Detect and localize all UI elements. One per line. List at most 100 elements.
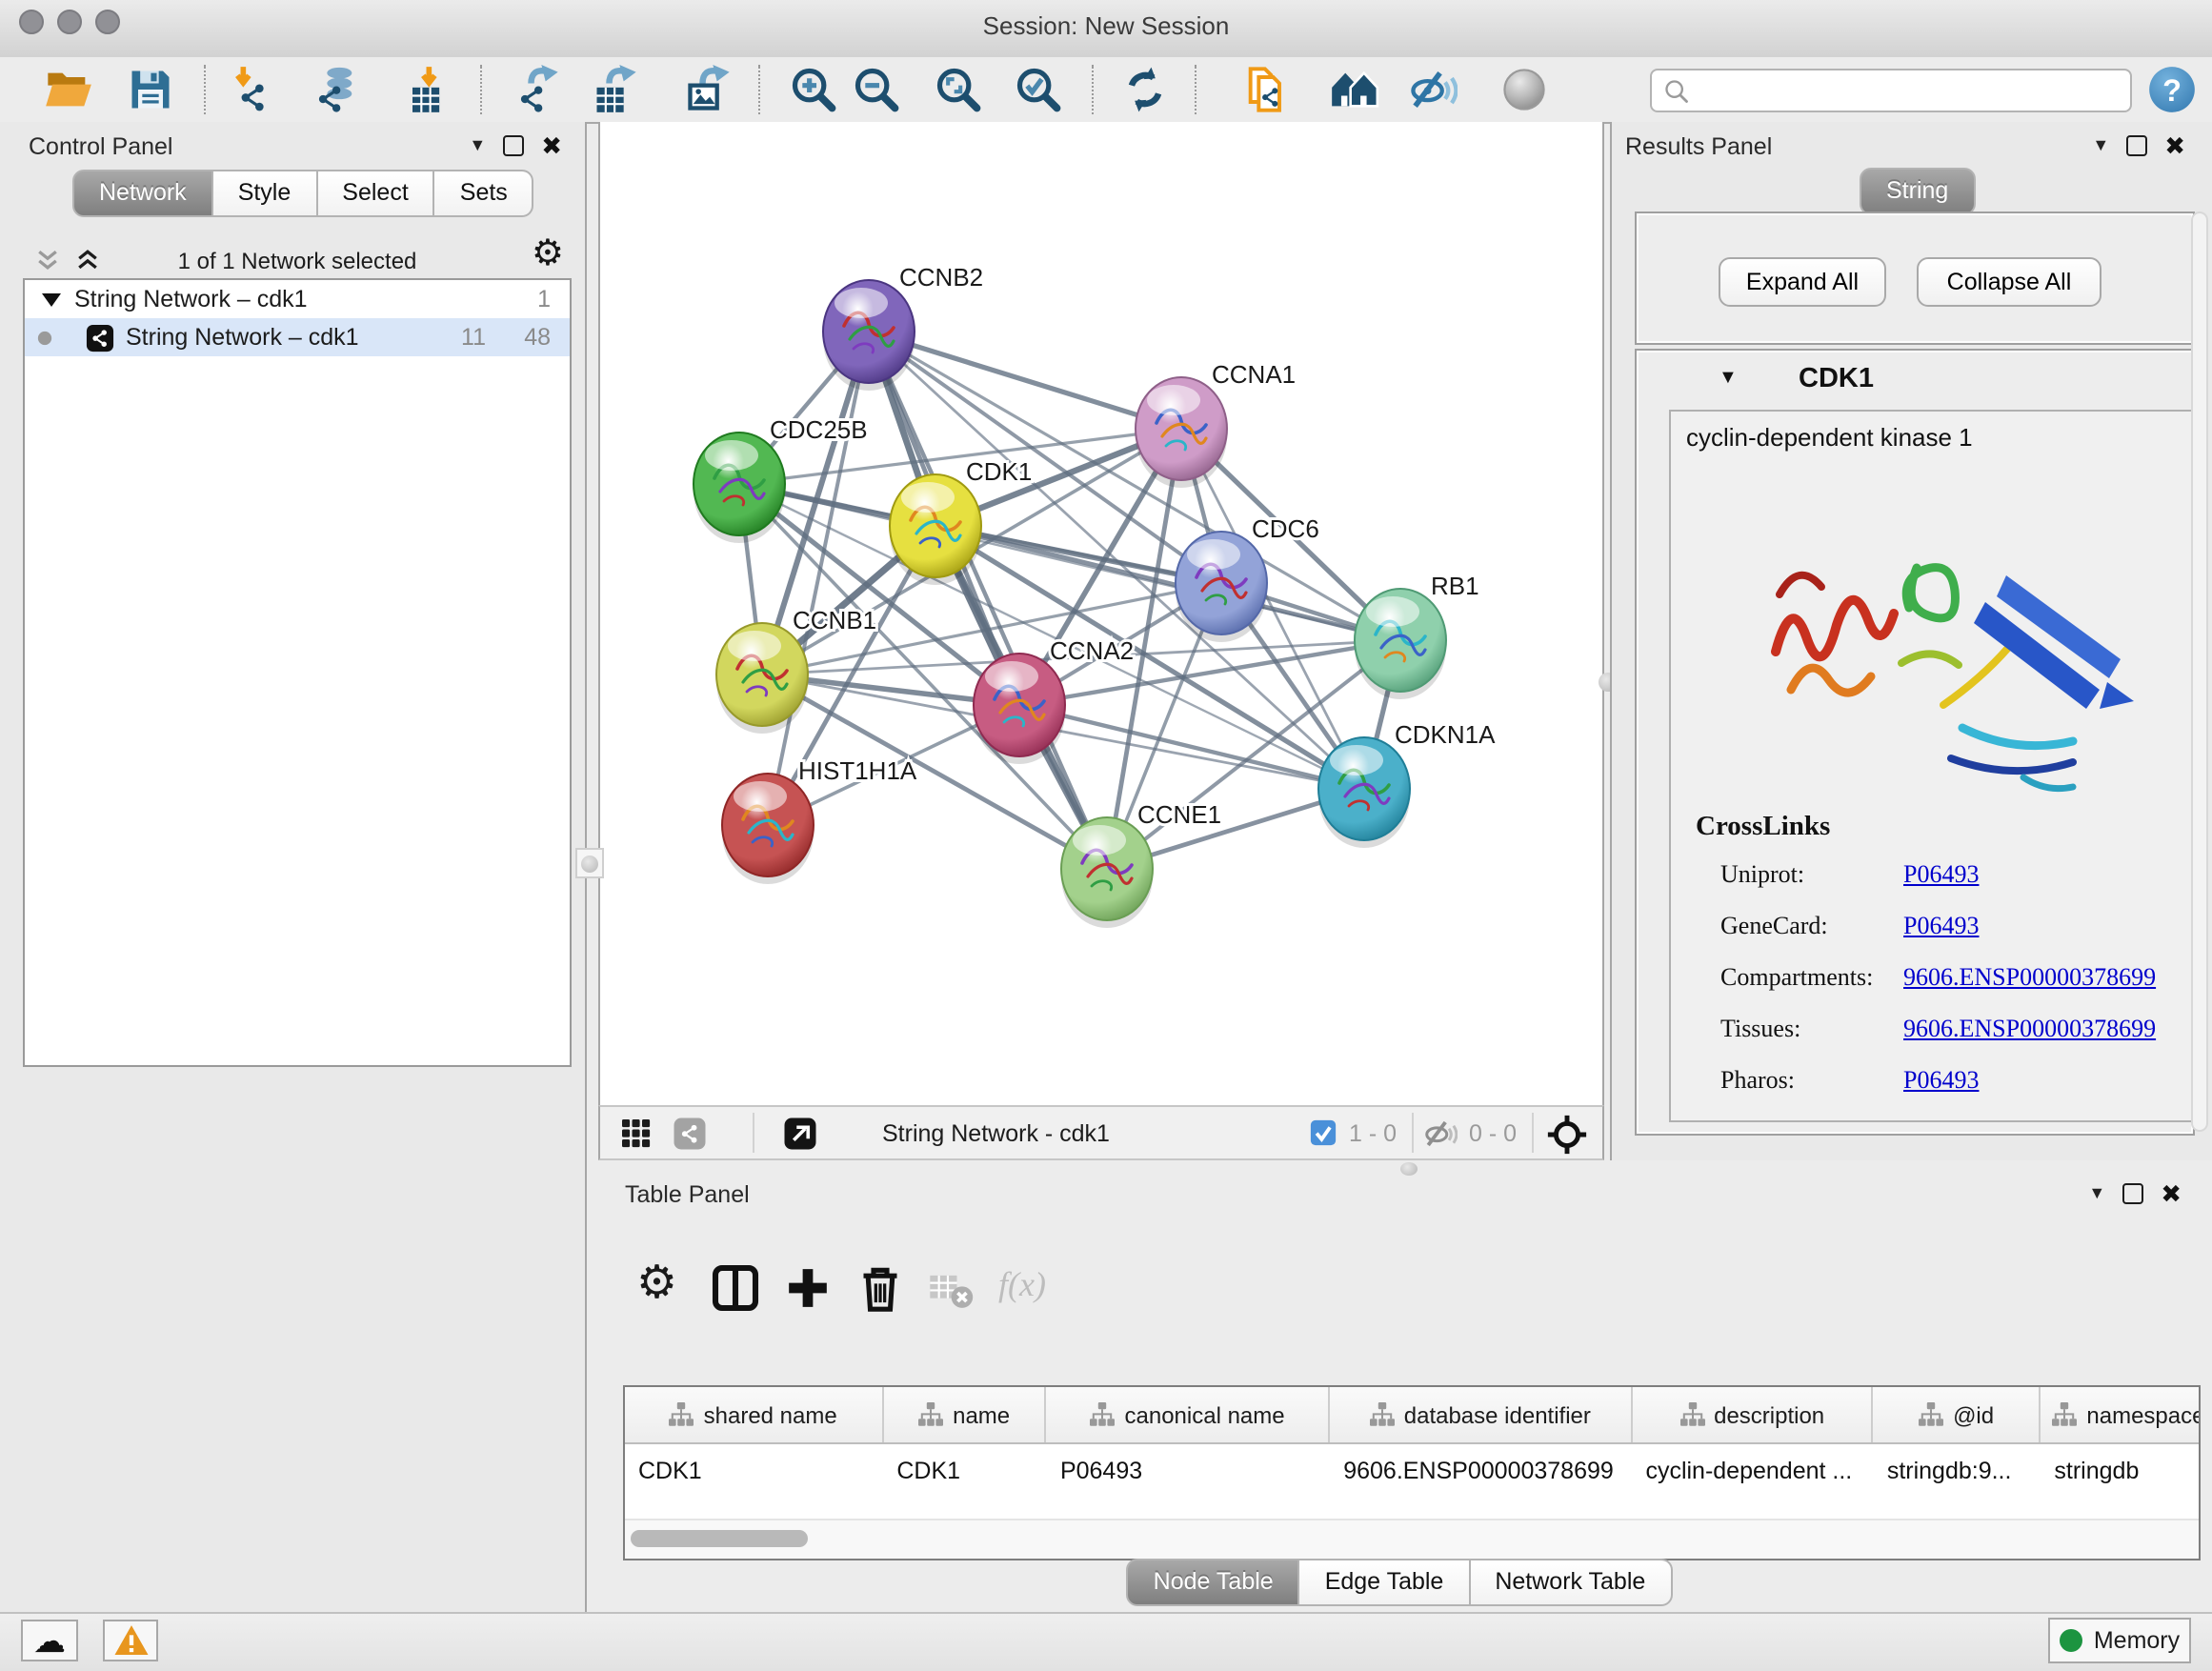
network-graph[interactable]: CCNB2CCNA1CDC25BCDK1CDC6RB1CCNB1CCNA2CDK…: [600, 122, 1602, 1105]
column-header-name[interactable]: name: [883, 1387, 1047, 1442]
fit-selection-icon[interactable]: [1547, 1115, 1587, 1155]
tab-edge-table[interactable]: Edge Table: [1300, 1559, 1471, 1606]
crosslink-link[interactable]: 9606.ENSP00000378699: [1903, 962, 2156, 993]
table-cell[interactable]: 9606.ENSP00000378699: [1330, 1457, 1632, 1483]
tab-select[interactable]: Select: [317, 170, 435, 217]
network-thumbnail-icon[interactable]: [673, 1117, 707, 1151]
tab-network[interactable]: Network: [72, 170, 213, 217]
cloud-button[interactable]: ☁: [21, 1620, 78, 1661]
import-table-icon[interactable]: [400, 65, 450, 114]
gene-section-header[interactable]: ▼ CDK1: [1637, 351, 2193, 408]
expand-all-button[interactable]: Expand All: [1719, 257, 1886, 307]
network-node-cdkn1a[interactable]: CDKN1A: [1318, 720, 1496, 848]
network-node-ccna1[interactable]: CCNA1: [1136, 360, 1296, 488]
float-panel-icon[interactable]: ▼: [469, 137, 486, 154]
table-settings-gear-icon[interactable]: ⚙: [636, 1261, 690, 1315]
network-node-hist1h1a[interactable]: HIST1H1A: [722, 756, 917, 884]
node-label-cdk1: CDK1: [966, 457, 1032, 486]
zoom-fit-icon[interactable]: [934, 65, 983, 114]
column-header-shared-name[interactable]: shared name: [625, 1387, 883, 1442]
home-view-icon[interactable]: [1330, 65, 1379, 114]
left-splitter-handle[interactable]: [575, 848, 604, 878]
network-node-rb1[interactable]: RB1: [1355, 572, 1479, 699]
memory-button[interactable]: Memory: [2048, 1618, 2191, 1663]
column-header-database-identifier[interactable]: database identifier: [1330, 1387, 1632, 1442]
share-document-icon[interactable]: [1242, 65, 1292, 114]
zoom-out-icon[interactable]: [852, 65, 901, 114]
open-session-icon[interactable]: [44, 65, 93, 114]
crosslink-label: Compartments:: [1720, 962, 1873, 991]
search-field[interactable]: [1650, 69, 2132, 112]
crosslink-link[interactable]: 9606.ENSP00000378699: [1903, 1014, 2156, 1044]
collapse-tree-icon[interactable]: [40, 290, 63, 309]
show-sphere-icon[interactable]: [1499, 65, 1549, 114]
tab-string[interactable]: String: [1860, 168, 1975, 215]
network-view[interactable]: CCNB2CCNA1CDC25BCDK1CDC6RB1CCNB1CCNA2CDK…: [598, 122, 1604, 1105]
maximize-panel-icon[interactable]: [2122, 1183, 2143, 1204]
table-cell[interactable]: cyclin-dependent ...: [1632, 1457, 1873, 1483]
export-image-icon[interactable]: [684, 65, 734, 114]
grid-view-icon[interactable]: [619, 1117, 654, 1151]
network-node-cdc25b[interactable]: CDC25B: [694, 415, 868, 543]
table-cell[interactable]: CDK1: [625, 1457, 883, 1483]
table-hscrollbar-thumb[interactable]: [631, 1530, 808, 1547]
zoom-selected-icon[interactable]: [1014, 65, 1063, 114]
import-network-from-database-icon[interactable]: [311, 65, 360, 114]
float-panel-icon[interactable]: ▼: [2088, 1185, 2105, 1202]
refresh-icon[interactable]: [1120, 65, 1170, 114]
results-scrollbar[interactable]: [2191, 211, 2208, 1132]
tab-style[interactable]: Style: [213, 170, 318, 217]
float-panel-icon[interactable]: ▼: [2092, 137, 2109, 154]
column-header-description[interactable]: description: [1632, 1387, 1873, 1442]
table-cell[interactable]: stringdb: [2041, 1457, 2199, 1483]
network-node-cdk1[interactable]: CDK1: [890, 457, 1032, 585]
network-node-cdc6[interactable]: CDC6: [1176, 514, 1319, 642]
save-session-icon[interactable]: [126, 65, 175, 114]
close-panel-icon[interactable]: ✖: [2164, 133, 2185, 158]
network-edge[interactable]: [869, 332, 1107, 869]
export-table-icon[interactable]: [591, 65, 640, 114]
network-edge[interactable]: [869, 332, 1181, 429]
table-row[interactable]: CDK1CDK1P064939606.ENSP00000378699cyclin…: [625, 1444, 2199, 1496]
warnings-button[interactable]: [103, 1620, 158, 1661]
network-row-selected[interactable]: String Network – cdk1 11 48: [25, 318, 570, 356]
collapse-section-icon[interactable]: ▼: [1719, 368, 1738, 389]
crosslink-link[interactable]: P06493: [1903, 859, 1979, 890]
column-header-namespace[interactable]: namespace: [2041, 1387, 2199, 1442]
help-icon[interactable]: ?: [2147, 65, 2197, 114]
table-cell[interactable]: CDK1: [883, 1457, 1047, 1483]
crosslink-link[interactable]: P06493: [1903, 911, 1979, 941]
close-panel-icon[interactable]: ✖: [2161, 1181, 2182, 1206]
table-cell[interactable]: P06493: [1047, 1457, 1330, 1483]
export-network-icon[interactable]: [513, 65, 562, 114]
cloud-icon: ☁: [33, 1624, 66, 1657]
tab-network-table[interactable]: Network Table: [1470, 1559, 1672, 1606]
show-columns-icon[interactable]: [709, 1261, 762, 1315]
network-collection-row[interactable]: String Network – cdk1 1: [25, 280, 570, 318]
selected-count-icon[interactable]: [1309, 1118, 1337, 1147]
column-header--id[interactable]: @id: [1874, 1387, 2041, 1442]
import-network-icon[interactable]: [227, 65, 276, 114]
hide-elements-icon[interactable]: [1408, 65, 1458, 114]
tab-node-table[interactable]: Node Table: [1127, 1559, 1300, 1606]
bottom-splitter-handle[interactable]: [1393, 1162, 1423, 1176]
maximize-panel-icon[interactable]: [2126, 135, 2147, 156]
maximize-panel-icon[interactable]: [503, 135, 524, 156]
table-cell[interactable]: stringdb:9...: [1874, 1457, 2041, 1483]
close-panel-icon[interactable]: ✖: [541, 133, 562, 158]
birdseye-view-icon[interactable]: [783, 1117, 817, 1151]
gear-icon[interactable]: ⚙: [532, 236, 564, 272]
collapse-all-button[interactable]: Collapse All: [1917, 257, 2101, 307]
crosslink-link[interactable]: P06493: [1903, 1065, 1979, 1096]
zoom-in-icon[interactable]: [789, 65, 838, 114]
search-icon: [1663, 77, 1690, 104]
network-node-ccnb2[interactable]: CCNB2: [823, 263, 983, 391]
add-column-icon[interactable]: [781, 1261, 835, 1315]
crosslink-label: Uniprot:: [1720, 859, 1804, 888]
delete-column-icon[interactable]: [854, 1261, 907, 1315]
column-header-canonical-name[interactable]: canonical name: [1047, 1387, 1330, 1442]
tab-sets[interactable]: Sets: [435, 170, 534, 217]
hidden-count-icon[interactable]: [1423, 1117, 1458, 1151]
search-input[interactable]: [1690, 74, 2130, 107]
network-edge[interactable]: [768, 332, 869, 825]
